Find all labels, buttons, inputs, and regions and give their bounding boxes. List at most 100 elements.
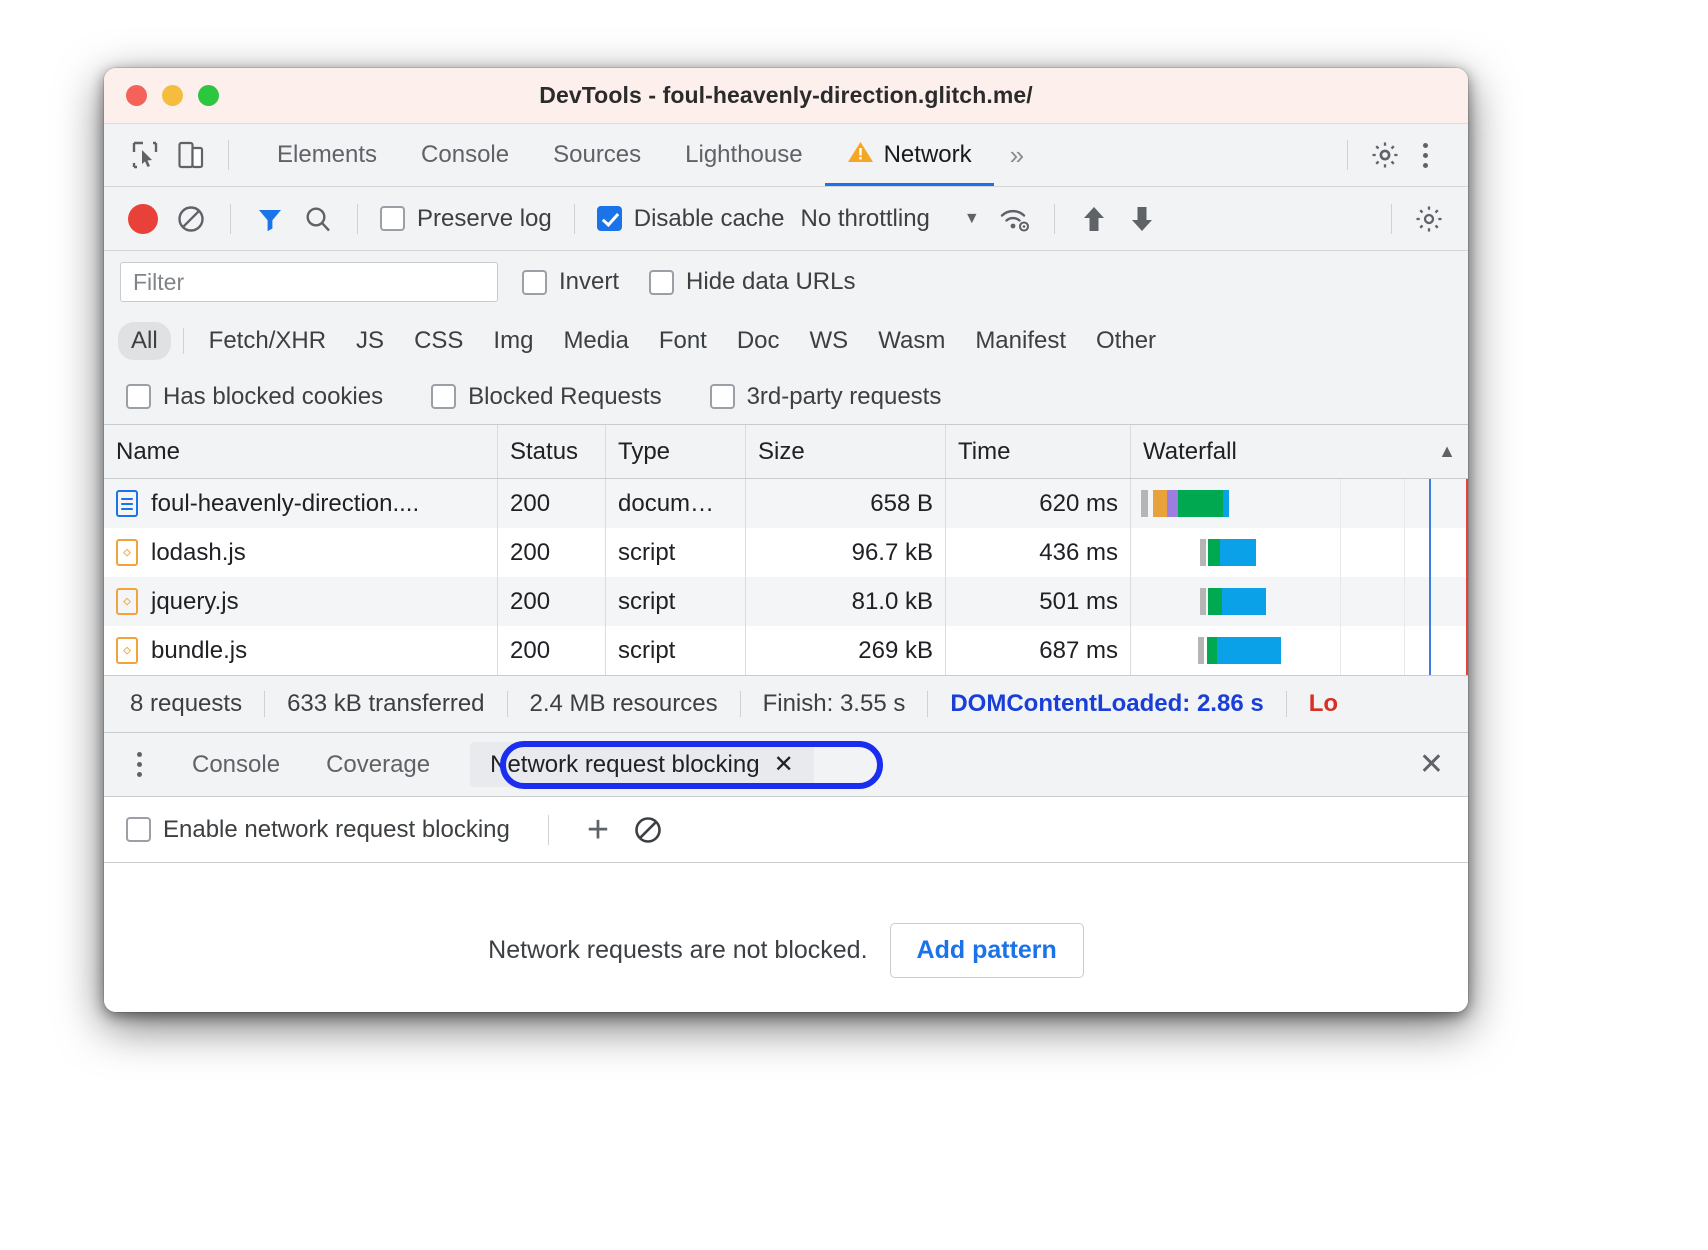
column-header-type[interactable]: Type (606, 425, 746, 478)
row-time-cell: 620 ms (946, 479, 1131, 528)
sort-ascending-icon[interactable]: ▲ (1438, 441, 1456, 462)
drawer-tab-network-request-blocking-label: Network request blocking (490, 751, 759, 779)
filter-button[interactable] (247, 196, 293, 242)
drawer-close-button[interactable]: ✕ (1419, 747, 1450, 782)
row-type-cell: script (606, 626, 746, 675)
invert-checkbox[interactable]: Invert (516, 268, 625, 296)
disable-cache-box[interactable] (597, 206, 622, 231)
hide-data-urls-box[interactable] (649, 270, 674, 295)
throttling-value: No throttling (800, 205, 929, 233)
table-row[interactable]: ◇ bundle.js 200 script 269 kB 687 ms (104, 626, 1468, 675)
blocked-requests-box[interactable] (431, 384, 456, 409)
filter-row: Filter Invert Hide data URLs (104, 251, 1468, 313)
close-icon[interactable]: ✕ (774, 750, 794, 779)
type-filter-all[interactable]: All (118, 322, 171, 360)
table-header-row: Name Status Type Size Time Waterfall ▲ (104, 425, 1468, 479)
table-row[interactable]: foul-heavenly-direction.... 200 docum… 6… (104, 479, 1468, 528)
blocked-requests-checkbox[interactable]: Blocked Requests (425, 383, 667, 411)
column-header-status[interactable]: Status (498, 425, 606, 478)
column-header-time[interactable]: Time (946, 425, 1131, 478)
has-blocked-cookies-checkbox[interactable]: Has blocked cookies (120, 383, 389, 411)
type-filter-img[interactable]: Img (480, 322, 546, 360)
devtools-tabstrip: Elements Console Sources Lighthouse (104, 124, 1468, 187)
tab-lighthouse-label: Lighthouse (685, 141, 802, 169)
inspect-cursor-icon[interactable] (122, 132, 168, 178)
tab-console-label: Console (421, 141, 509, 169)
summary-domcontentloaded: DOMContentLoaded: 2.86 s (928, 690, 1285, 718)
type-filter-font[interactable]: Font (646, 322, 720, 360)
record-button[interactable] (120, 196, 166, 242)
preserve-log-box[interactable] (380, 206, 405, 231)
drawer-tab-coverage-label: Coverage (326, 751, 430, 779)
more-tabs-chevron-icon[interactable]: » (994, 140, 1040, 171)
upload-har-icon[interactable] (1071, 196, 1117, 242)
tab-lighthouse[interactable]: Lighthouse (663, 124, 824, 186)
row-size-cell: 658 B (746, 479, 946, 528)
type-filter-js[interactable]: JS (343, 322, 397, 360)
script-icon: ◇ (116, 637, 138, 664)
summary-requests: 8 requests (124, 690, 264, 718)
block-icon[interactable] (633, 815, 663, 845)
preserve-log-checkbox[interactable]: Preserve log (374, 205, 558, 233)
device-toolbar-icon[interactable] (168, 132, 214, 178)
enable-blocking-box[interactable] (126, 817, 151, 842)
script-icon: ◇ (116, 539, 138, 566)
add-pattern-button[interactable]: Add pattern (890, 923, 1084, 978)
toolbar-divider-4 (1054, 204, 1055, 234)
tab-sources[interactable]: Sources (531, 124, 663, 186)
waterfall-track (1131, 626, 1468, 675)
third-party-requests-box[interactable] (710, 384, 735, 409)
column-header-waterfall[interactable]: Waterfall ▲ (1131, 425, 1468, 478)
gear-icon[interactable] (1406, 196, 1452, 242)
column-header-size[interactable]: Size (746, 425, 946, 478)
kebab-menu-icon[interactable] (1408, 143, 1442, 168)
type-filter-other[interactable]: Other (1083, 322, 1169, 360)
screenshot-stage: DevTools - foul-heavenly-direction.glitc… (0, 0, 1708, 1250)
drawer-tab-console[interactable]: Console (172, 743, 300, 787)
gear-icon[interactable] (1362, 132, 1408, 178)
invert-box[interactable] (522, 270, 547, 295)
extra-filter-row: Has blocked cookies Blocked Requests 3rd… (104, 369, 1468, 425)
type-filter-manifest[interactable]: Manifest (962, 322, 1079, 360)
table-row[interactable]: ◇ lodash.js 200 script 96.7 kB 436 ms (104, 528, 1468, 577)
tab-console[interactable]: Console (399, 124, 531, 186)
type-filter-wasm[interactable]: Wasm (865, 322, 958, 360)
drawer-tab-console-label: Console (192, 751, 280, 779)
row-name-cell[interactable]: ◇ lodash.js (104, 528, 498, 577)
filter-input[interactable]: Filter (120, 262, 498, 302)
type-filter-css[interactable]: CSS (401, 322, 476, 360)
download-har-icon[interactable] (1119, 196, 1165, 242)
drawer-tabstrip: Console Coverage Network request blockin… (104, 733, 1468, 797)
row-name-cell[interactable]: foul-heavenly-direction.... (104, 479, 498, 528)
third-party-requests-checkbox[interactable]: 3rd-party requests (704, 383, 948, 411)
row-status-cell: 200 (498, 577, 606, 626)
third-party-requests-label: 3rd-party requests (747, 383, 942, 411)
disable-cache-label: Disable cache (634, 205, 785, 233)
throttling-dropdown[interactable]: No throttling ▼ (792, 205, 979, 233)
enable-network-request-blocking-checkbox[interactable]: Enable network request blocking (120, 816, 516, 844)
summary-finish: Finish: 3.55 s (741, 690, 928, 718)
table-row[interactable]: ◇ jquery.js 200 script 81.0 kB 501 ms (104, 577, 1468, 626)
type-filter-fetch-xhr[interactable]: Fetch/XHR (196, 322, 339, 360)
disable-cache-checkbox[interactable]: Disable cache (591, 205, 791, 233)
network-conditions-icon[interactable] (992, 196, 1038, 242)
drawer-tab-coverage[interactable]: Coverage (306, 743, 450, 787)
row-name-cell[interactable]: ◇ jquery.js (104, 577, 498, 626)
clear-button[interactable] (168, 196, 214, 242)
drawer-kebab-menu-icon[interactable] (122, 752, 156, 777)
row-name-cell[interactable]: ◇ bundle.js (104, 626, 498, 675)
has-blocked-cookies-box[interactable] (126, 384, 151, 409)
type-filter-ws[interactable]: WS (797, 322, 862, 360)
row-size-cell: 96.7 kB (746, 528, 946, 577)
tab-elements[interactable]: Elements (255, 124, 399, 186)
search-button[interactable] (295, 196, 341, 242)
hide-data-urls-checkbox[interactable]: Hide data URLs (643, 268, 861, 296)
blocked-requests-label: Blocked Requests (468, 383, 661, 411)
drawer-tab-network-request-blocking[interactable]: Network request blocking ✕ (470, 742, 814, 787)
type-filter-media[interactable]: Media (550, 322, 641, 360)
record-dot-icon (128, 204, 158, 234)
plus-icon[interactable]: + (581, 811, 615, 849)
type-filter-doc[interactable]: Doc (724, 322, 793, 360)
column-header-name[interactable]: Name (104, 425, 498, 478)
tab-network[interactable]: Network (825, 124, 994, 186)
